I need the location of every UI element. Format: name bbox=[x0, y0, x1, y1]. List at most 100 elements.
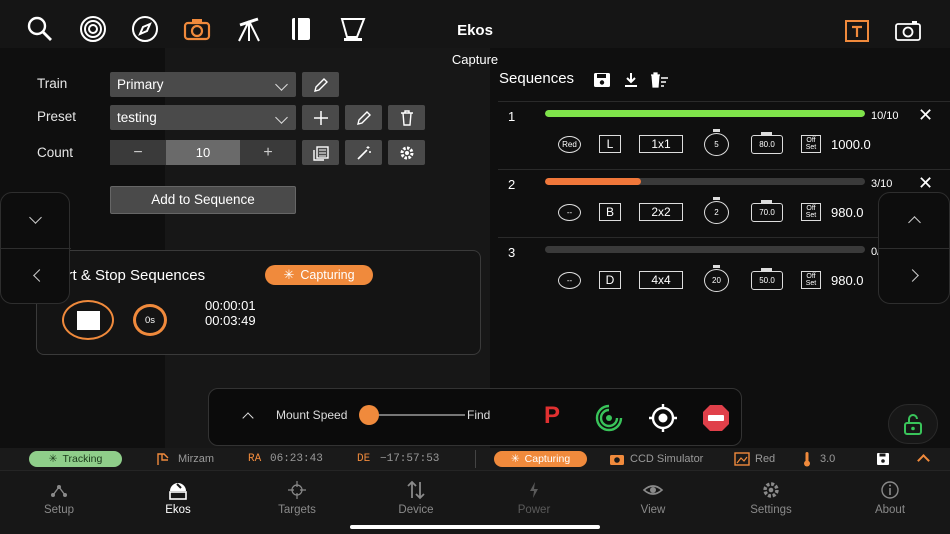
tab-power[interactable]: Power bbox=[494, 479, 574, 516]
binning-badge: 2x2 bbox=[639, 203, 683, 221]
count-increment-button[interactable]: + bbox=[240, 140, 296, 165]
count-input[interactable]: 10 bbox=[166, 140, 240, 165]
sequence-row[interactable]: 1 10/10 ✕ Red L 1x1 5 80.0 Off Set 1000.… bbox=[498, 101, 950, 169]
de-value: −17:57:53 bbox=[380, 453, 440, 465]
camera-name: CCD Simulator bbox=[630, 453, 704, 465]
lock-icon bbox=[904, 414, 922, 435]
offset-value: 980.0 bbox=[831, 273, 864, 288]
stop-mount-icon[interactable] bbox=[701, 403, 731, 433]
pencil-icon bbox=[313, 77, 328, 92]
gear-icon bbox=[400, 146, 413, 159]
settings-button[interactable] bbox=[388, 140, 425, 165]
info-icon bbox=[881, 481, 899, 499]
save-icon[interactable] bbox=[876, 452, 890, 466]
previous-page-button[interactable] bbox=[33, 269, 46, 282]
capturing-badge: ✳ Capturing bbox=[265, 265, 373, 285]
top-toolbar: Ekos bbox=[0, 0, 950, 48]
sequence-number: 1 bbox=[508, 109, 516, 124]
queue-icon bbox=[312, 145, 329, 161]
sequence-number: 2 bbox=[508, 177, 516, 192]
notebook-icon[interactable] bbox=[286, 14, 316, 44]
transfer-arrows-icon bbox=[407, 480, 425, 500]
compass-icon[interactable] bbox=[130, 14, 160, 44]
tab-setup[interactable]: Setup bbox=[19, 479, 99, 516]
tracking-badge: ✳ Tracking bbox=[29, 451, 122, 467]
spinner-icon: ✳ bbox=[510, 453, 520, 465]
offset-value: 980.0 bbox=[831, 205, 864, 220]
exposure-timer-icon: 20 bbox=[704, 269, 729, 292]
queue-list-button[interactable] bbox=[302, 140, 339, 165]
magic-wand-icon bbox=[356, 145, 371, 160]
preset-select[interactable]: testing bbox=[110, 105, 296, 130]
observatory-icon bbox=[169, 483, 187, 500]
gear-icon bbox=[763, 482, 779, 498]
elapsed-time: 00:00:01 bbox=[205, 298, 256, 313]
tab-device[interactable]: Device bbox=[376, 479, 456, 516]
frame-type-badge: B bbox=[599, 203, 621, 221]
sequence-progress-text: 3/10 bbox=[871, 178, 893, 190]
tab-settings[interactable]: Settings bbox=[731, 479, 811, 516]
tab-bar: Setup Ekos Targets Device Power View Set… bbox=[0, 470, 950, 534]
exposure-timer-icon: 2 bbox=[704, 201, 729, 224]
left-side-controls bbox=[0, 192, 71, 304]
telescope-mount-icon[interactable] bbox=[234, 14, 264, 44]
timer-knob bbox=[713, 129, 720, 132]
remove-sequence-button[interactable]: ✕ bbox=[918, 106, 933, 124]
capture-status-badge: ✳ Capturing bbox=[494, 451, 587, 467]
mount-speed-track[interactable] bbox=[367, 414, 465, 416]
edit-train-button[interactable] bbox=[302, 72, 339, 97]
camera-top bbox=[761, 200, 772, 203]
expand-mount-button[interactable] bbox=[242, 412, 254, 424]
add-preset-button[interactable] bbox=[302, 105, 339, 130]
mount-control-bar: Mount Speed Find P bbox=[208, 388, 742, 446]
radar-icon[interactable] bbox=[595, 404, 623, 432]
edit-preset-button[interactable] bbox=[345, 105, 382, 130]
add-to-sequence-button[interactable]: Add to Sequence bbox=[110, 186, 296, 214]
offset-icon: Off Set bbox=[801, 203, 821, 221]
tab-about[interactable]: About bbox=[850, 479, 930, 516]
next-page-button[interactable] bbox=[906, 269, 919, 282]
status-bar: ✳ Tracking Mirzam RA 06:23:43 DE −17:57:5… bbox=[0, 448, 950, 470]
mount-speed-label: Mount Speed bbox=[276, 408, 348, 422]
remaining-time: 00:03:49 bbox=[205, 313, 256, 328]
app-title: Ekos bbox=[457, 22, 493, 39]
expand-up-button[interactable] bbox=[908, 216, 921, 229]
countdown-indicator: 0s bbox=[133, 304, 167, 336]
search-icon[interactable] bbox=[25, 14, 55, 44]
flat-panel-icon[interactable] bbox=[338, 14, 368, 44]
auto-tools-button[interactable] bbox=[345, 140, 382, 165]
collapse-down-button[interactable] bbox=[29, 211, 42, 224]
chevron-down-icon bbox=[275, 78, 288, 91]
pencil-icon bbox=[356, 110, 371, 125]
stop-capture-button[interactable] bbox=[62, 300, 114, 340]
lock-button[interactable] bbox=[888, 404, 938, 444]
network-icon bbox=[51, 485, 67, 497]
text-overlay-icon[interactable] bbox=[842, 16, 872, 46]
remove-sequence-button[interactable]: ✕ bbox=[918, 174, 933, 192]
find-label: Find bbox=[467, 408, 491, 422]
save-sequence-icon[interactable] bbox=[593, 72, 611, 88]
capture-control-panel: Start & Stop Sequences ✳ Capturing 0s 00… bbox=[36, 250, 481, 355]
camera-frame-icon[interactable] bbox=[893, 16, 923, 46]
train-label: Train bbox=[37, 76, 68, 91]
chevron-up-icon[interactable] bbox=[917, 454, 930, 467]
download-icon[interactable] bbox=[623, 72, 639, 88]
ra-label: RA bbox=[248, 453, 262, 465]
gain-camera-icon: 70.0 bbox=[751, 203, 783, 222]
tab-ekos[interactable]: Ekos bbox=[138, 479, 218, 516]
park-button[interactable]: P bbox=[544, 402, 560, 430]
clear-queue-icon[interactable] bbox=[649, 72, 669, 88]
tab-targets[interactable]: Targets bbox=[257, 479, 337, 516]
filter-name: Red bbox=[755, 453, 776, 465]
delete-preset-button[interactable] bbox=[388, 105, 425, 130]
train-select[interactable]: Primary bbox=[110, 72, 296, 97]
crosshair-icon[interactable] bbox=[648, 403, 678, 433]
target-rings-icon[interactable] bbox=[78, 14, 108, 44]
eye-icon bbox=[642, 485, 664, 495]
camera-icon[interactable] bbox=[182, 14, 212, 44]
mount-speed-slider-thumb[interactable] bbox=[359, 405, 379, 425]
binning-badge: 4x4 bbox=[639, 271, 683, 289]
count-decrement-button[interactable]: − bbox=[110, 140, 166, 165]
chevron-down-icon bbox=[275, 111, 288, 124]
tab-view[interactable]: View bbox=[613, 479, 693, 516]
